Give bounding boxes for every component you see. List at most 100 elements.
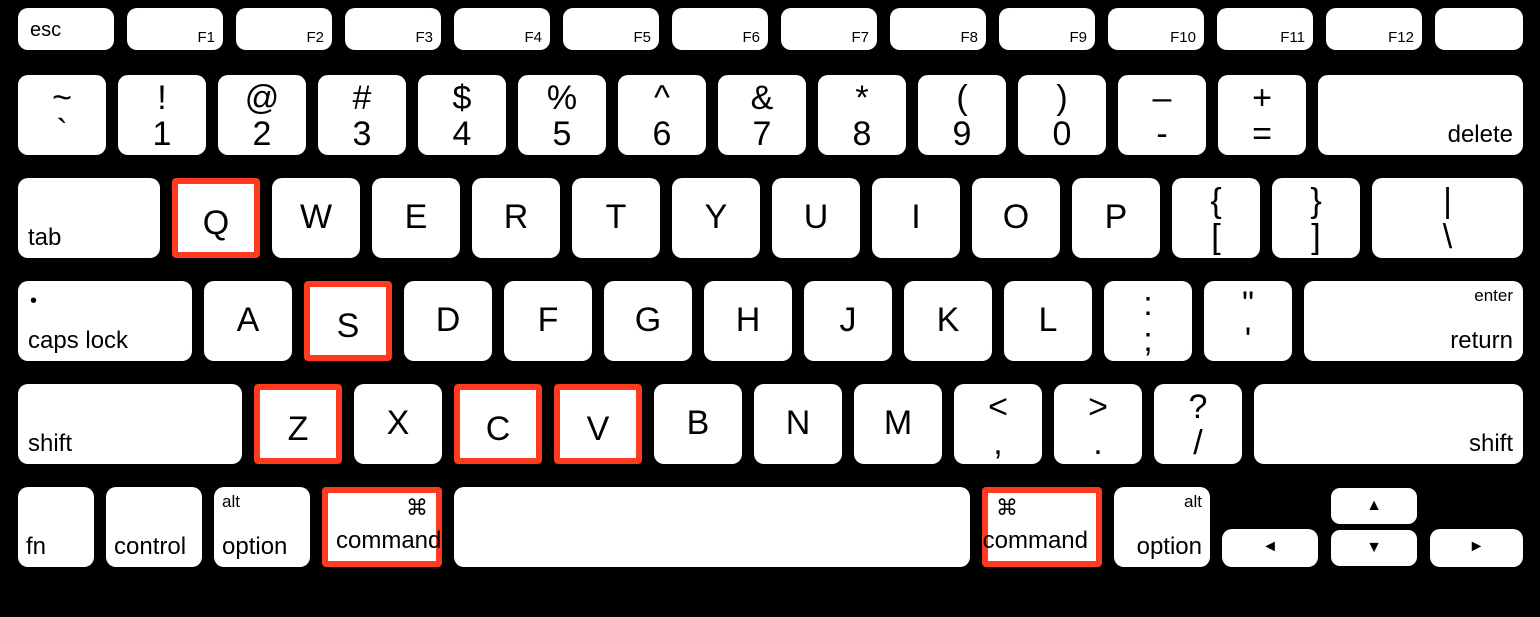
key-j[interactable]: J — [804, 281, 892, 361]
key-comma[interactable]: < , — [954, 384, 1042, 464]
key-m[interactable]: M — [854, 384, 942, 464]
key-f5[interactable]: F5 — [563, 8, 659, 50]
key-esc[interactable]: esc — [18, 8, 114, 50]
key-f12[interactable]: F12 — [1326, 8, 1422, 50]
key-minus[interactable]: – - — [1118, 75, 1206, 155]
key-label: F2 — [306, 30, 324, 45]
key-slash[interactable]: ? / — [1154, 384, 1242, 464]
key-equals[interactable]: + = — [1218, 75, 1306, 155]
key-backslash[interactable]: | \ — [1372, 178, 1523, 258]
key-label-top: alt — [1184, 493, 1202, 510]
key-bracket-right[interactable]: } ] — [1272, 178, 1360, 258]
key-f3[interactable]: F3 — [345, 8, 441, 50]
key-f4[interactable]: F4 — [454, 8, 550, 50]
key-option-left[interactable]: alt option — [214, 487, 310, 567]
key-4[interactable]: $ 4 — [418, 75, 506, 155]
key-t[interactable]: T — [572, 178, 660, 258]
key-1[interactable]: ! 1 — [118, 75, 206, 155]
key-g[interactable]: G — [604, 281, 692, 361]
key-q[interactable]: Q — [172, 178, 260, 258]
key-6[interactable]: ^ 6 — [618, 75, 706, 155]
key-label: H — [736, 303, 761, 337]
key-tilde[interactable]: ~ ` — [18, 75, 106, 155]
key-upper: + — [1252, 81, 1272, 115]
key-7[interactable]: & 7 — [718, 75, 806, 155]
key-f9[interactable]: F9 — [999, 8, 1095, 50]
key-label: O — [1003, 200, 1029, 234]
key-upper: & — [751, 81, 774, 115]
key-f7[interactable]: F7 — [781, 8, 877, 50]
key-arrow-right[interactable]: ► — [1430, 529, 1523, 567]
key-control[interactable]: control — [106, 487, 202, 567]
key-lower: ; — [1143, 323, 1152, 357]
key-s[interactable]: S — [304, 281, 392, 361]
key-l[interactable]: L — [1004, 281, 1092, 361]
key-3[interactable]: # 3 — [318, 75, 406, 155]
key-f6[interactable]: F6 — [672, 8, 768, 50]
key-delete[interactable]: delete — [1318, 75, 1523, 155]
key-f[interactable]: F — [504, 281, 592, 361]
key-a[interactable]: A — [204, 281, 292, 361]
key-f11[interactable]: F11 — [1217, 8, 1313, 50]
key-label: F3 — [415, 30, 433, 45]
key-8[interactable]: * 8 — [818, 75, 906, 155]
key-n[interactable]: N — [754, 384, 842, 464]
key-label: caps lock — [28, 329, 128, 353]
key-9[interactable]: ( 9 — [918, 75, 1006, 155]
key-k[interactable]: K — [904, 281, 992, 361]
key-arrow-left[interactable]: ◄ — [1222, 529, 1318, 567]
key-arrow-down[interactable]: ▼ — [1330, 529, 1418, 567]
key-i[interactable]: I — [872, 178, 960, 258]
key-command-right[interactable]: ⌘ command — [982, 487, 1102, 567]
key-label: R — [504, 200, 529, 234]
key-w[interactable]: W — [272, 178, 360, 258]
key-option-right[interactable]: alt option — [1114, 487, 1210, 567]
arrow-right-icon: ► — [1469, 539, 1485, 555]
key-label: X — [387, 406, 410, 440]
key-y[interactable]: Y — [672, 178, 760, 258]
key-return[interactable]: enter return — [1304, 281, 1523, 361]
key-f2[interactable]: F2 — [236, 8, 332, 50]
key-upper: : — [1143, 287, 1152, 321]
key-v[interactable]: V — [554, 384, 642, 464]
key-c[interactable]: C — [454, 384, 542, 464]
key-lower: 4 — [453, 117, 472, 151]
key-arrow-up[interactable]: ▲ — [1330, 487, 1418, 525]
key-b[interactable]: B — [654, 384, 742, 464]
key-o[interactable]: O — [972, 178, 1060, 258]
key-lower: 1 — [153, 117, 172, 151]
key-shift-left[interactable]: shift — [18, 384, 242, 464]
key-2[interactable]: @ 2 — [218, 75, 306, 155]
key-f8[interactable]: F8 — [890, 8, 986, 50]
key-label: F1 — [197, 30, 215, 45]
key-semicolon[interactable]: : ; — [1104, 281, 1192, 361]
key-r[interactable]: R — [472, 178, 560, 258]
key-space[interactable] — [454, 487, 970, 567]
key-bracket-left[interactable]: { [ — [1172, 178, 1260, 258]
key-capslock[interactable]: • caps lock — [18, 281, 192, 361]
key-shift-right[interactable]: shift — [1254, 384, 1523, 464]
key-tab[interactable]: tab — [18, 178, 160, 258]
key-command-left[interactable]: ⌘ command — [322, 487, 442, 567]
key-quote[interactable]: " ' — [1204, 281, 1292, 361]
key-z[interactable]: Z — [254, 384, 342, 464]
key-label: F9 — [1069, 30, 1087, 45]
key-label: command — [336, 529, 441, 553]
key-label: G — [635, 303, 661, 337]
key-f1[interactable]: F1 — [127, 8, 223, 50]
key-d[interactable]: D — [404, 281, 492, 361]
command-icon: ⌘ — [406, 497, 428, 519]
key-5[interactable]: % 5 — [518, 75, 606, 155]
key-e[interactable]: E — [372, 178, 460, 258]
key-h[interactable]: H — [704, 281, 792, 361]
key-fn[interactable]: fn — [18, 487, 94, 567]
key-f10[interactable]: F10 — [1108, 8, 1204, 50]
key-p[interactable]: P — [1072, 178, 1160, 258]
key-0[interactable]: ) 0 — [1018, 75, 1106, 155]
key-label: T — [606, 200, 627, 234]
key-x[interactable]: X — [354, 384, 442, 464]
key-period[interactable]: > . — [1054, 384, 1142, 464]
key-label: F12 — [1388, 30, 1414, 45]
key-u[interactable]: U — [772, 178, 860, 258]
key-power[interactable] — [1435, 8, 1523, 50]
